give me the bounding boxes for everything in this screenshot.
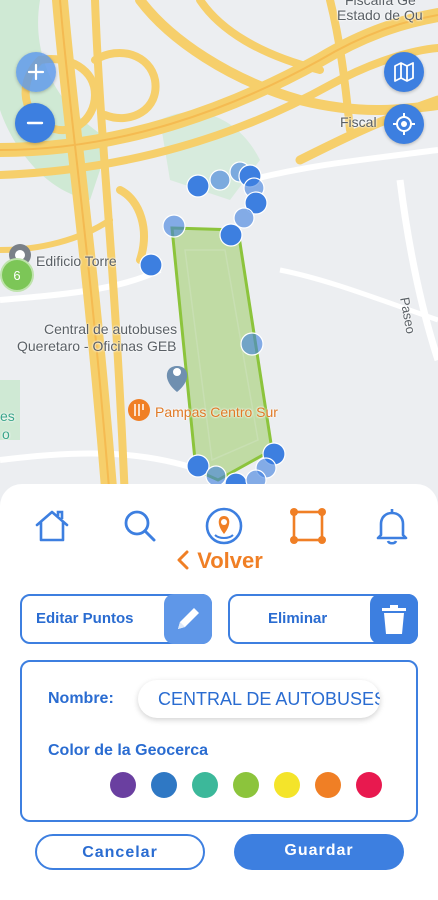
color-swatch-teal[interactable] [192,772,218,798]
name-input[interactable]: CENTRAL DE AUTOBUSES [138,680,380,718]
map-label-edificio: Edificio Torre [36,253,117,269]
zoom-out-button[interactable] [15,103,55,143]
nav-notifications-button[interactable] [370,504,414,548]
map-label-central-1: Central de autobuses [44,321,178,337]
plus-icon [27,63,45,81]
color-swatch-red[interactable] [356,772,382,798]
color-swatch-purple[interactable] [110,772,136,798]
nav-polygon-button[interactable] [286,504,330,548]
map-canvas [0,0,438,500]
map-label-pampas: Pampas Centro Sur [155,404,278,420]
geofence-panel: Volver Editar Puntos Eliminar Nombre: CE… [0,484,438,900]
nav-home-button[interactable] [30,504,74,548]
back-label: Volver [197,548,263,573]
map-layers-button[interactable] [384,52,424,92]
color-label: Color de la Geocerca [48,742,209,759]
zoom-in-button[interactable] [16,52,56,92]
edit-points-icon-box [164,594,212,644]
chevron-left-icon [177,550,189,570]
cancel-button[interactable]: Cancelar [35,834,205,870]
bell-icon [376,509,408,545]
cluster-marker[interactable]: 6 [0,258,34,292]
color-swatch-orange[interactable] [315,772,341,798]
map-label-fiscal: Fiscal [340,114,377,130]
trash-icon [382,605,406,634]
nav-search-button[interactable] [118,504,162,548]
map-label-estado: Estado de Qu [337,7,423,23]
minus-icon [26,121,44,125]
color-swatch-blue[interactable] [151,772,177,798]
home-icon [35,510,69,542]
map-view[interactable]: Fiscalía Ge Estado de Qu Fiscal Edificio… [0,0,438,500]
edit-points-button[interactable]: Editar Puntos [20,594,212,644]
polygon-icon [290,508,326,544]
my-location-button[interactable] [384,104,424,144]
map-icon [394,62,414,82]
edit-points-label: Editar Puntos [36,610,134,627]
nav-geofence-button[interactable] [202,504,246,548]
name-label: Nombre: [48,690,114,707]
map-label-o: o [2,426,10,442]
crosshair-icon [393,113,415,135]
save-button[interactable]: Guardar [234,834,404,870]
name-input-value: CENTRAL DE AUTOBUSES [158,689,380,709]
back-button[interactable]: Volver [0,548,438,574]
map-label-central-2: Queretaro - Oficinas GEB [17,338,177,354]
cluster-count: 6 [13,267,21,283]
color-swatch-yellow[interactable] [274,772,300,798]
color-swatch-green[interactable] [233,772,259,798]
pencil-icon [178,608,199,629]
geofence-pin-icon [205,507,243,545]
delete-button[interactable]: Eliminar [228,594,418,644]
search-icon [124,510,156,542]
delete-label: Eliminar [268,610,328,627]
map-label-es: es [0,408,15,424]
delete-icon-box [370,594,418,644]
geofence-form: Nombre: CENTRAL DE AUTOBUSES Color de la… [20,660,418,822]
